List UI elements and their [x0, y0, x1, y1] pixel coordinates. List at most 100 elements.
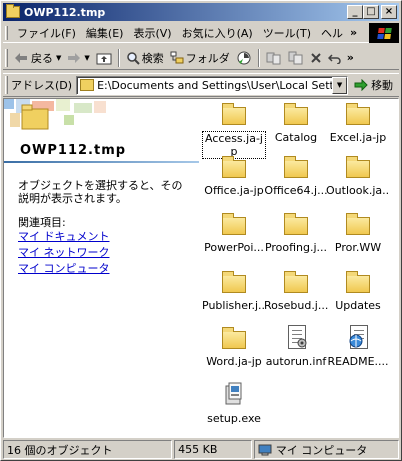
status-size: 455 KB: [174, 440, 252, 459]
address-field[interactable]: E:\Documents and Settings\User\Local Set…: [76, 75, 349, 95]
menu-tools[interactable]: ツール(T): [258, 25, 316, 41]
folders-button[interactable]: フォルダ: [167, 48, 233, 68]
menu-help[interactable]: ヘル: [316, 25, 348, 41]
up-folder-icon: [96, 53, 112, 64]
copy-to-button[interactable]: [285, 48, 307, 68]
file-item[interactable]: Publisher.j...: [202, 269, 266, 312]
file-label: Outlook.ja...: [326, 184, 390, 197]
inf-file-icon: [280, 325, 312, 351]
file-label: setup.exe: [207, 412, 261, 425]
folder-icon: [342, 101, 374, 127]
file-item[interactable]: README....: [326, 325, 390, 368]
file-label: Excel.ja-jp: [329, 131, 387, 144]
file-label: Updates: [335, 299, 381, 312]
toolbar-more-chevron[interactable]: »: [347, 51, 354, 64]
file-item[interactable]: Office64.j...: [264, 154, 328, 197]
folder-icon: [342, 269, 374, 295]
file-label: Catalog: [274, 131, 318, 144]
back-dropdown-icon[interactable]: ▼: [56, 54, 61, 62]
file-label: Publisher.j...: [202, 299, 266, 312]
delete-icon: [311, 52, 321, 63]
title-bar[interactable]: OWP112.tmp _ □ ×: [3, 3, 399, 21]
file-item[interactable]: Pror.WW: [326, 211, 390, 254]
back-label: 戻る: [31, 51, 53, 65]
file-item[interactable]: Catalog: [264, 101, 328, 144]
webview-pane: OWP112.tmp オブジェクトを選択すると、その説明が表示されます。 関連項…: [4, 99, 199, 437]
folder-icon: [218, 154, 250, 180]
file-item[interactable]: autorun.inf: [264, 325, 328, 368]
menu-grip[interactable]: [5, 25, 8, 40]
link-my-computer[interactable]: マイ コンピュータ: [18, 261, 110, 277]
move-to-icon: [266, 52, 281, 64]
history-button[interactable]: [233, 48, 255, 68]
address-value[interactable]: E:\Documents and Settings\User\Local Set…: [97, 79, 347, 92]
status-object-count: 16 個のオブジェクト: [3, 440, 173, 459]
file-item[interactable]: Word.ja-jp: [202, 325, 266, 368]
folder-icon: [280, 211, 312, 237]
folder-icon: [218, 269, 250, 295]
file-item[interactable]: Outlook.ja...: [326, 154, 390, 197]
file-item[interactable]: Proofing.j...: [264, 211, 328, 254]
folder-icon: [280, 154, 312, 180]
search-button[interactable]: 検索: [123, 48, 167, 68]
history-icon: [237, 51, 251, 64]
move-to-button[interactable]: [263, 48, 285, 68]
windows-logo-icon: [369, 23, 399, 43]
file-item[interactable]: setup.exe: [202, 382, 266, 425]
menu-more-chevron[interactable]: »: [350, 26, 357, 39]
undo-icon: [327, 53, 341, 64]
file-item[interactable]: Excel.ja-jp: [326, 101, 390, 144]
forward-arrow-icon: [68, 52, 81, 63]
setup-exe-icon: [218, 382, 250, 408]
file-label: PowerPoi...: [204, 241, 264, 254]
folder-icon: [218, 325, 250, 351]
link-my-documents[interactable]: マイ ドキュメント: [18, 229, 110, 245]
file-item[interactable]: Access.ja-jp: [202, 101, 266, 159]
folder-content: OWP112.tmp オブジェクトを選択すると、その説明が表示されます。 関連項…: [3, 98, 399, 438]
explorer-window: OWP112.tmp _ □ × ファイル(F) 編集(E) 表示(V) お気に…: [0, 0, 402, 461]
back-button[interactable]: 戻る ▼: [11, 48, 64, 68]
file-item[interactable]: Office.ja-jp: [202, 154, 266, 197]
forward-button[interactable]: ▼: [64, 48, 92, 68]
toolbar-separator: [117, 48, 120, 67]
folder-icon: [280, 101, 312, 127]
link-my-network[interactable]: マイ ネットワーク: [18, 245, 110, 261]
go-arrow-icon: [354, 79, 368, 91]
file-label: README....: [327, 355, 389, 368]
close-button[interactable]: ×: [381, 5, 397, 19]
folder-icon: [6, 4, 20, 18]
address-dropdown-icon[interactable]: ▼: [332, 76, 348, 94]
window-title: OWP112.tmp: [24, 5, 106, 19]
related-links: マイ ドキュメント マイ ネットワーク マイ コンピュータ: [18, 229, 110, 277]
forward-dropdown-icon[interactable]: ▼: [84, 54, 89, 62]
banner-divider: [4, 161, 199, 163]
menu-view[interactable]: 表示(V): [128, 25, 176, 41]
file-item[interactable]: Rosebud.j...: [264, 269, 328, 312]
file-list: Access.ja-jp Catalog Excel.ja-jp Office.…: [202, 99, 398, 437]
html-file-icon: [342, 325, 374, 351]
go-button[interactable]: 移動: [354, 77, 393, 93]
maximize-button[interactable]: □: [363, 5, 379, 19]
menu-favorites[interactable]: お気に入り(A): [177, 25, 258, 41]
folders-icon: [170, 51, 184, 63]
undo-button[interactable]: [325, 48, 345, 68]
folder-icon: [280, 269, 312, 295]
folder-icon: [218, 211, 250, 237]
file-label: autorun.inf: [265, 355, 327, 368]
delete-button[interactable]: [307, 48, 325, 68]
minimize-button[interactable]: _: [347, 5, 363, 19]
address-grip[interactable]: [5, 76, 8, 94]
up-folder-button[interactable]: [93, 48, 115, 68]
file-label: Word.ja-jp: [206, 355, 262, 368]
file-label: Rosebud.j...: [264, 299, 328, 312]
toolbar-grip[interactable]: [5, 48, 8, 67]
menu-edit[interactable]: 編集(E): [81, 25, 129, 41]
folder-icon: [80, 79, 95, 91]
folder-icon: [342, 154, 374, 180]
menu-file[interactable]: ファイル(F): [12, 25, 81, 41]
file-item[interactable]: PowerPoi...: [202, 211, 266, 254]
file-label: Office64.j...: [264, 184, 328, 197]
file-label: Office.ja-jp: [204, 184, 264, 197]
folder-icon: [342, 211, 374, 237]
file-item[interactable]: Updates: [326, 269, 390, 312]
